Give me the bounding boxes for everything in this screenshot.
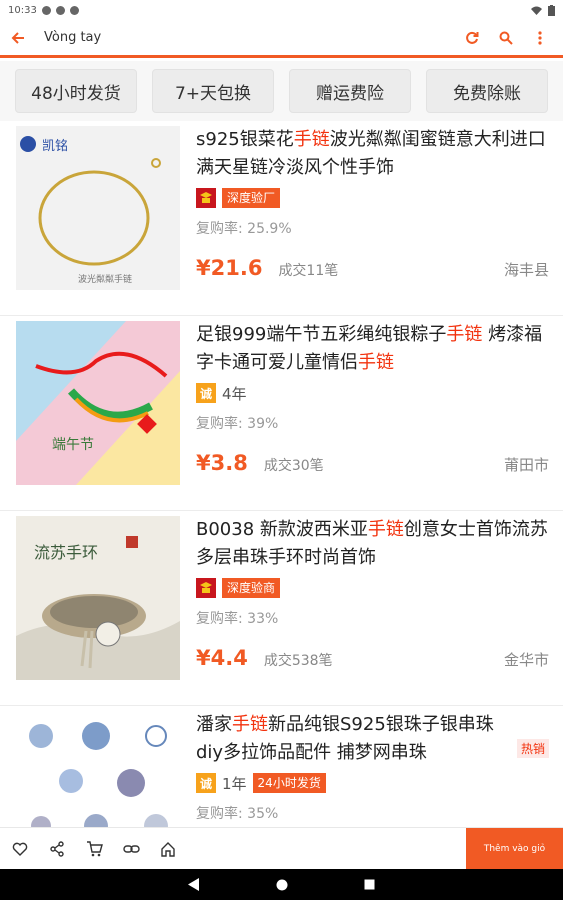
repurchase-rate: 复购率: 33%: [196, 611, 279, 627]
product-title: s925银菜花手链波光粼粼闺蜜链意大利进口满天星链冷淡风个性手饰: [196, 129, 546, 178]
compare-button[interactable]: [120, 838, 142, 860]
location: 海丰县: [503, 261, 549, 279]
more-button[interactable]: [529, 27, 551, 49]
arrow-left-icon: [11, 31, 24, 44]
thumb-caption: 流苏手环: [34, 543, 98, 562]
wifi-icon: [531, 6, 542, 15]
factory-badge-icon: [196, 188, 216, 208]
product-list: 波光粼粼手链 凯铭 s925银菜花手链波光粼粼闺蜜链意大利进口满天星链冷淡风个性…: [0, 121, 563, 900]
refresh-button[interactable]: [461, 27, 483, 49]
product-card[interactable]: 端午节 足银999端午节五彩绳纯银粽子手链 烤漆福字卡通可爱儿童情侣手链 诚 4…: [0, 316, 563, 511]
battery-icon: [548, 4, 555, 16]
product-card[interactable]: 波光粼粼手链 凯铭 s925银菜花手链波光粼粼闺蜜链意大利进口满天星链冷淡风个性…: [0, 121, 563, 316]
link-icon: [122, 844, 140, 853]
member-years: 4年: [222, 384, 247, 403]
notification-icon: [69, 5, 79, 15]
search-icon: [499, 31, 513, 45]
home-circle-icon[interactable]: [276, 879, 288, 891]
price: ¥4.4: [196, 646, 248, 670]
price: ¥21.6: [196, 256, 263, 280]
cart-icon: [86, 840, 103, 856]
back-button[interactable]: [0, 27, 36, 49]
brand-logo: 凯铭: [42, 139, 68, 154]
24h-shipping-tag: 24小时发货: [252, 773, 326, 793]
integrity-badge-icon: 诚: [196, 383, 216, 403]
location: 莆田市: [503, 456, 549, 474]
home-icon: [161, 841, 175, 857]
page-title: Vòng tay: [44, 30, 102, 45]
product-title: 足银999端午节五彩绳纯银粽子手链 烤漆福字卡通可爱儿童情侣手链: [196, 324, 543, 373]
refresh-icon: [466, 31, 479, 44]
repurchase-rate: 复购率: 35%: [196, 806, 279, 822]
integrity-badge-icon: 诚: [196, 773, 216, 793]
notification-icon: [55, 5, 65, 15]
system-nav-bar: [0, 869, 563, 900]
deal-count: 成交538笔: [263, 653, 333, 669]
filter-chip-48h-shipping[interactable]: 48小时发货: [15, 69, 137, 113]
verified-merchant-tag: 深度验商: [222, 578, 281, 598]
location: 金华市: [503, 651, 549, 669]
bottom-action-bar: Thêm vào giỏ: [0, 827, 563, 870]
more-vertical-icon: [538, 30, 542, 45]
repurchase-rate: 复购率: 25.9%: [196, 221, 292, 237]
cart-button[interactable]: [83, 838, 105, 860]
product-image: 流苏手环: [16, 516, 180, 680]
status-bar: 10:33: [0, 0, 563, 20]
thumb-caption: 端午节: [52, 437, 94, 453]
member-years: 1年: [222, 774, 247, 793]
back-triangle-icon[interactable]: [188, 878, 200, 891]
search-button[interactable]: [495, 27, 517, 49]
clock: 10:33: [8, 4, 37, 16]
product-title: B0038 新款波西米亚手链创意女士首饰流苏多层串珠手环时尚首饰: [196, 519, 548, 568]
heart-icon: [12, 842, 28, 856]
price: ¥3.8: [196, 451, 248, 475]
app-bar: Vòng tay: [0, 20, 563, 58]
filter-chip-shipping-insurance[interactable]: 赠运费险: [289, 69, 411, 113]
thumb-caption: 波光粼粼手链: [78, 273, 132, 285]
product-title: 潘家手链新品纯银S925银珠子银串珠 diy多拉饰品配件 捕梦网串珠: [196, 714, 494, 763]
add-to-cart-button[interactable]: Thêm vào giỏ: [466, 827, 563, 870]
recents-square-icon[interactable]: [364, 879, 375, 890]
favorite-button[interactable]: [9, 838, 31, 860]
filter-chip-free-credit[interactable]: 免费除账: [426, 69, 548, 113]
filter-chip-7day-exchange[interactable]: 7+天包换: [152, 69, 274, 113]
verified-factory-tag: 深度验厂: [222, 188, 281, 208]
notification-icon: [41, 5, 51, 15]
filter-row: 48小时发货 7+天包换 赠运费险 免费除账: [0, 61, 563, 121]
repurchase-rate: 复购率: 39%: [196, 416, 279, 432]
product-image: 端午节: [16, 321, 180, 485]
product-card[interactable]: 流苏手环 B0038 新款波西米亚手链创意女士首饰流苏多层串珠手环时尚首饰 深度…: [0, 511, 563, 706]
deal-count: 成交30笔: [263, 458, 324, 474]
home-button[interactable]: [157, 838, 179, 860]
deal-count: 成交11笔: [278, 263, 339, 279]
hot-sale-badge: 热销: [516, 739, 549, 758]
product-image: 波光粼粼手链 凯铭: [16, 126, 180, 290]
factory-badge-icon: [196, 578, 216, 598]
share-button[interactable]: [46, 838, 68, 860]
share-icon: [50, 840, 64, 857]
